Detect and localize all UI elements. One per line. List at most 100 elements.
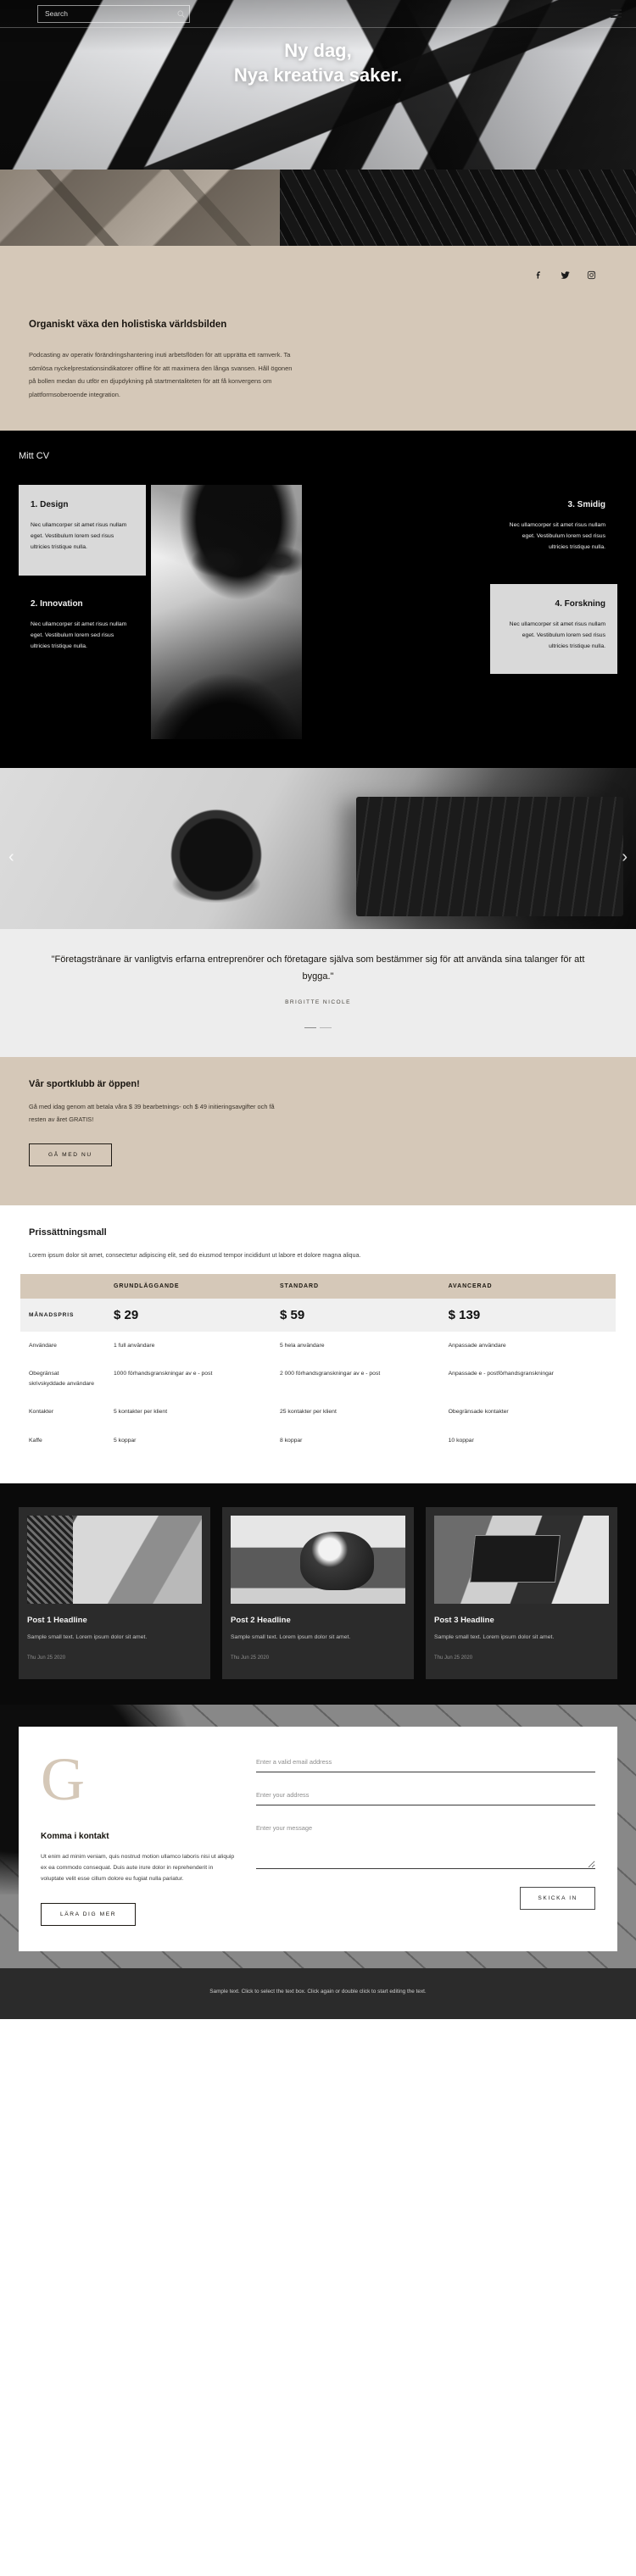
submit-button[interactable]: SKICKA IN [520,1886,595,1910]
contact-card: G Komma i kontakt Ut enim ad minim venia… [19,1726,617,1952]
pricing-feature-value: Anpassade e - postförhandsgranskningar [448,1371,554,1377]
post-thumbnail-image [27,1516,202,1605]
pricing-feature-label: Kaffe [29,1437,42,1444]
cta-heading: Vår sportklubb är öppen! [29,1079,140,1089]
carousel-next-icon[interactable]: › [622,848,628,865]
social-links [20,270,616,281]
learn-more-button[interactable]: LÄRA DIG MER [41,1903,137,1927]
pricing-section: Prissättningsmall Lorem ipsum dolor sit … [0,1205,636,1484]
pricing-price-row: MÅNADSPRIS $ 29 $ 59 $ 139 [20,1298,616,1332]
pricing-feature-label: Obegränsat skrivskyddade användare [29,1371,95,1387]
top-navigation-bar [0,0,636,28]
intro-body: Podcasting av operativ förändringshanter… [29,350,293,399]
post-title: Post 1 Headline [27,1616,87,1626]
testimonial-quote: "Företagstränare är vanligtvis erfarna e… [51,954,585,982]
post-thumbnail-image [231,1516,405,1605]
cv-grid: 1. Design Nec ullamcorper sit amet risus… [0,484,636,739]
cv-card-forskning[interactable]: 4. Forskning Nec ullamcorper sit amet ri… [490,583,617,675]
pricing-feature-value: 8 koppar [279,1437,303,1444]
cta-body: Gå med idag genom att betala våra $ 39 b… [29,1103,275,1123]
pricing-feature-value: Obegränsade kontakter [448,1409,509,1416]
testimonial-author: BRIGITTE NICOLE [285,999,351,1005]
cv-card-text: Nec ullamcorper sit amet risus nullam eg… [31,521,127,551]
list-item[interactable]: Post 2 Headline Sample small text. Lorem… [222,1507,414,1679]
testimonial-section: ‹ › "Företagstränare är vanligtvis erfar… [0,767,636,1057]
pricing-price-advanced: $ 139 [448,1307,481,1322]
pricing-feature-value: 1000 förhandsgranskningar av e - post [114,1371,213,1377]
pricing-lead: Lorem ipsum dolor sit amet, consectetur … [29,1250,361,1259]
list-item[interactable]: Post 1 Headline Sample small text. Lorem… [19,1507,210,1679]
post-excerpt: Sample small text. Lorem ipsum dolor sit… [231,1634,351,1641]
post-date: Thu Jun 25 2020 [27,1655,66,1661]
intro-heading: Organiskt växa den holistiska världsbild… [29,320,227,330]
pricing-price-label: MÅNADSPRIS [29,1311,75,1318]
pricing-feature-value: 5 kontakter per klient [114,1409,168,1416]
contact-body: Ut enim ad minim veniam, quis nostrud mo… [41,1853,235,1883]
carousel-dot[interactable] [320,1027,332,1028]
pricing-price-standard: $ 59 [279,1307,305,1322]
search-box[interactable] [37,4,190,23]
post-title: Post 3 Headline [434,1616,494,1626]
hero-section: Ny dag, Nya kreativa saker. [0,0,636,170]
instagram-icon[interactable] [586,270,597,281]
cv-card-smidig[interactable]: 3. Smidig Nec ullamcorper sit amet risus… [490,484,617,576]
cv-card-innovation[interactable]: 2. Innovation Nec ullamcorper sit amet r… [19,583,146,675]
contact-heading: Komma i kontakt [41,1831,109,1841]
intro-section: Organiskt växa den holistiska världsbild… [0,246,636,431]
pricing-feature-value: 25 kontakter per klient [279,1409,337,1416]
cta-section: Vår sportklubb är öppen! Gå med idag gen… [0,1057,636,1205]
post-title: Post 2 Headline [231,1616,291,1626]
twitter-icon[interactable] [560,270,571,281]
pricing-col-standard: STANDARD [271,1273,440,1299]
pricing-col-advanced: AVANCERAD [439,1273,616,1299]
hero-title-line-2: Nya kreativa saker. [233,64,403,86]
message-field[interactable] [256,1821,595,1869]
cv-title: Mitt CV [19,450,50,461]
table-row: Kontakter 5 kontakter per klient 25 kont… [20,1398,616,1427]
table-row: Kaffe 5 koppar 8 koppar 10 koppar [20,1427,616,1455]
cv-portrait-image [151,484,302,739]
pricing-feature-value: 1 full användare [114,1342,155,1349]
address-field[interactable] [256,1788,595,1805]
contact-section: G Komma i kontakt Ut enim ad minim venia… [0,1704,636,1969]
pricing-feature-value: Anpassade användare [448,1342,506,1349]
pricing-feature-value: 5 koppar [114,1437,137,1444]
cv-card-title: 4. Forskning [555,598,605,609]
footer: Sample text. Click to select the text bo… [0,1968,636,2020]
hero-title: Ny dag, Nya kreativa saker. [0,39,636,87]
pricing-feature-value: 10 koppar [448,1437,474,1444]
footer-text: Sample text. Click to select the text bo… [209,1989,427,1995]
join-now-button[interactable]: GÅ MED NU [29,1143,112,1166]
cv-card-design[interactable]: 1. Design Nec ullamcorper sit amet risus… [19,484,146,576]
pricing-table: GRUNDLÄGGANDE STANDARD AVANCERAD MÅNADSP… [20,1273,616,1455]
cv-card-text: Nec ullamcorper sit amet risus nullam eg… [509,521,605,551]
pricing-feature-label: Användare [29,1342,57,1349]
pricing-price-basic: $ 29 [114,1307,139,1322]
pricing-col-basic: GRUNDLÄGGANDE [105,1273,271,1299]
image-strip-section [0,170,636,246]
hamburger-menu-icon[interactable] [607,6,625,20]
cv-card-text: Nec ullamcorper sit amet risus nullam eg… [31,620,127,650]
search-icon[interactable] [172,10,189,18]
search-input[interactable] [38,9,172,18]
post-excerpt: Sample small text. Lorem ipsum dolor sit… [27,1634,148,1641]
pricing-feature-label: Kontakter [29,1409,54,1416]
post-excerpt: Sample small text. Lorem ipsum dolor sit… [434,1634,555,1641]
pricing-feature-value: 2 000 förhandsgranskningar av e - post [279,1371,381,1377]
hamburger-bar [611,13,622,14]
post-date: Thu Jun 25 2020 [434,1655,473,1661]
carousel-dot[interactable] [304,1027,316,1028]
facebook-icon[interactable] [533,270,544,281]
email-field[interactable] [256,1755,595,1772]
list-item[interactable]: Post 3 Headline Sample small text. Lorem… [426,1507,617,1679]
hamburger-bar [611,9,622,11]
carousel-prev-icon[interactable]: ‹ [8,848,14,865]
table-row: Användare 1 full användare 5 hela använd… [20,1332,616,1360]
table-row: Obegränsat skrivskyddade användare 1000 … [20,1360,616,1398]
monogram-logo: G [41,1744,85,1813]
cv-section: Mitt CV 1. Design Nec ullamcorper sit am… [0,430,636,768]
pricing-heading: Prissättningsmall [29,1227,107,1238]
carousel-pagination[interactable] [51,1027,585,1028]
strip-image-left [0,170,280,246]
cv-card-text: Nec ullamcorper sit amet risus nullam eg… [509,620,605,650]
